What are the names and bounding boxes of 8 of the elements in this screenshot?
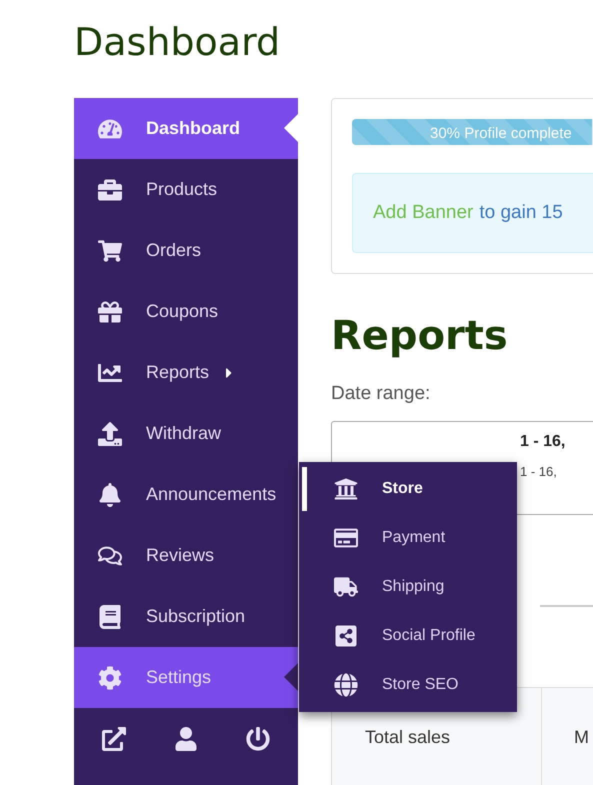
banner-text: to gain 15: [479, 200, 563, 225]
date-subtext: 1 - 16,: [520, 462, 558, 480]
date-value: 1 - 16,: [520, 432, 566, 452]
page-title: Dashboard: [74, 19, 280, 66]
date-range-label: Date range:: [331, 382, 432, 406]
table-cell: M: [542, 688, 593, 785]
reports-title: Reports: [331, 312, 509, 360]
progress-label: 30% Profile complete: [430, 124, 572, 144]
